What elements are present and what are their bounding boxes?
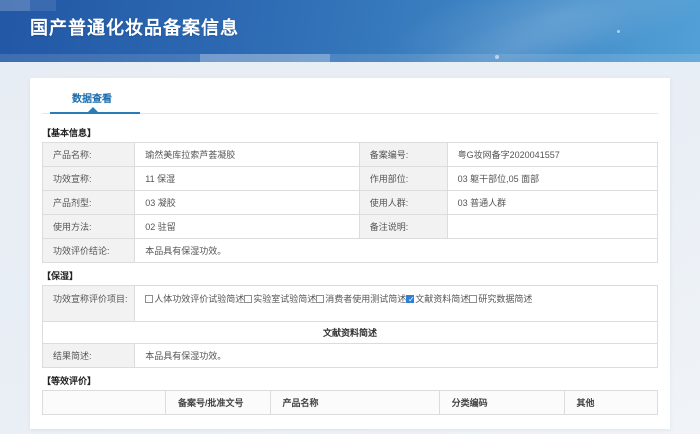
field-label: 备注说明: bbox=[359, 215, 447, 239]
tab-divider bbox=[42, 113, 658, 114]
field-label: 作用部位: bbox=[359, 167, 447, 191]
field-label: 结果简述: bbox=[43, 344, 135, 368]
field-value: 03 凝胶 bbox=[135, 191, 359, 215]
column-header: 备案号/批准文号 bbox=[166, 391, 271, 415]
section-title-moisturizing: 【保湿】 bbox=[42, 269, 658, 282]
header-decoration bbox=[30, 0, 56, 11]
table-row: 功效宣称: 11 保湿 作用部位: 03 躯干部位,05 面部 bbox=[43, 167, 658, 191]
table-row: 功效评价结论: 本品具有保湿功效。 bbox=[43, 239, 658, 263]
content-card: 数据查看 【基本信息】 产品名称: 瑜然美库拉索芦荟凝胶 备案编号: 粤G妆网备… bbox=[30, 78, 670, 429]
column-header: 分类编码 bbox=[439, 391, 564, 415]
subsection-title: 文献资料简述 bbox=[43, 322, 658, 344]
checkbox-item[interactable]: 文献资料简述 bbox=[406, 292, 469, 305]
checkbox-label: 实验室试验简述 bbox=[253, 292, 316, 305]
checkbox-unchecked-icon[interactable] bbox=[244, 295, 252, 303]
field-value: 03 普通人群 bbox=[447, 191, 657, 215]
checkbox-item[interactable]: 消费者使用测试简述 bbox=[316, 292, 406, 305]
table-header-row: 备案号/批准文号 产品名称 分类编码 其他 bbox=[43, 391, 658, 415]
section-title-basic-info: 【基本信息】 bbox=[42, 126, 658, 139]
field-value: 本品具有保湿功效。 bbox=[135, 344, 658, 368]
page-title: 国产普通化妆品备案信息 bbox=[30, 14, 239, 40]
header-decoration bbox=[495, 55, 499, 59]
checkbox-unchecked-icon[interactable] bbox=[469, 295, 477, 303]
field-label: 功效宣称评价项目: bbox=[43, 286, 135, 322]
page-header: 国产普通化妆品备案信息 bbox=[0, 0, 700, 62]
header-decoration bbox=[0, 0, 30, 11]
checkbox-unchecked-icon[interactable] bbox=[316, 295, 324, 303]
field-value: 03 躯干部位,05 面部 bbox=[447, 167, 657, 191]
active-tab-indicator bbox=[50, 112, 140, 114]
checkbox-item[interactable]: 实验室试验简述 bbox=[244, 292, 316, 305]
column-header: 其他 bbox=[564, 391, 657, 415]
checkbox-item[interactable]: 研究数据简述 bbox=[469, 292, 532, 305]
field-label: 产品名称: bbox=[43, 143, 135, 167]
field-label: 功效宣称: bbox=[43, 167, 135, 191]
caret-up-icon bbox=[88, 107, 98, 112]
moisturizing-table: 功效宣称评价项目: 人体功效评价试验简述实验室试验简述消费者使用测试简述文献资料… bbox=[42, 285, 658, 368]
field-label: 备案编号: bbox=[359, 143, 447, 167]
checkbox-label: 文献资料简述 bbox=[415, 292, 469, 305]
table-row: 结果简述: 本品具有保湿功效。 bbox=[43, 344, 658, 368]
field-label: 功效评价结论: bbox=[43, 239, 135, 263]
checkbox-item[interactable]: 人体功效评价试验简述 bbox=[145, 292, 244, 305]
checkbox-label: 研究数据简述 bbox=[478, 292, 532, 305]
checkbox-label: 人体功效评价试验简述 bbox=[154, 292, 244, 305]
header-decoration bbox=[617, 30, 620, 33]
field-label: 使用人群: bbox=[359, 191, 447, 215]
column-header bbox=[43, 391, 166, 415]
field-label: 使用方法: bbox=[43, 215, 135, 239]
field-value: 瑜然美库拉索芦荟凝胶 bbox=[135, 143, 359, 167]
field-value: 本品具有保湿功效。 bbox=[135, 239, 658, 263]
table-row: 使用方法: 02 驻留 备注说明: bbox=[43, 215, 658, 239]
equivalent-eval-table: 备案号/批准文号 产品名称 分类编码 其他 bbox=[42, 390, 658, 415]
table-row: 文献资料简述 bbox=[43, 322, 658, 344]
field-value bbox=[447, 215, 657, 239]
table-row: 产品名称: 瑜然美库拉索芦荟凝胶 备案编号: 粤G妆网备字2020041557 bbox=[43, 143, 658, 167]
field-value: 粤G妆网备字2020041557 bbox=[447, 143, 657, 167]
field-label: 产品剂型: bbox=[43, 191, 135, 215]
checkbox-group: 人体功效评价试验简述实验室试验简述消费者使用测试简述文献资料简述研究数据简述 bbox=[135, 286, 658, 322]
tab-bar: 数据查看 bbox=[42, 90, 658, 114]
table-row: 产品剂型: 03 凝胶 使用人群: 03 普通人群 bbox=[43, 191, 658, 215]
checkbox-label: 消费者使用测试简述 bbox=[325, 292, 406, 305]
field-value: 02 驻留 bbox=[135, 215, 359, 239]
header-decoration bbox=[0, 54, 700, 62]
section-title-equivalent-eval: 【等效评价】 bbox=[42, 374, 658, 387]
header-decoration bbox=[200, 54, 330, 62]
column-header: 产品名称 bbox=[270, 391, 439, 415]
table-row: 功效宣称评价项目: 人体功效评价试验简述实验室试验简述消费者使用测试简述文献资料… bbox=[43, 286, 658, 322]
checkbox-checked-icon[interactable] bbox=[406, 295, 414, 303]
checkbox-unchecked-icon[interactable] bbox=[145, 295, 153, 303]
field-value: 11 保湿 bbox=[135, 167, 359, 191]
basic-info-table: 产品名称: 瑜然美库拉索芦荟凝胶 备案编号: 粤G妆网备字2020041557 … bbox=[42, 142, 658, 263]
